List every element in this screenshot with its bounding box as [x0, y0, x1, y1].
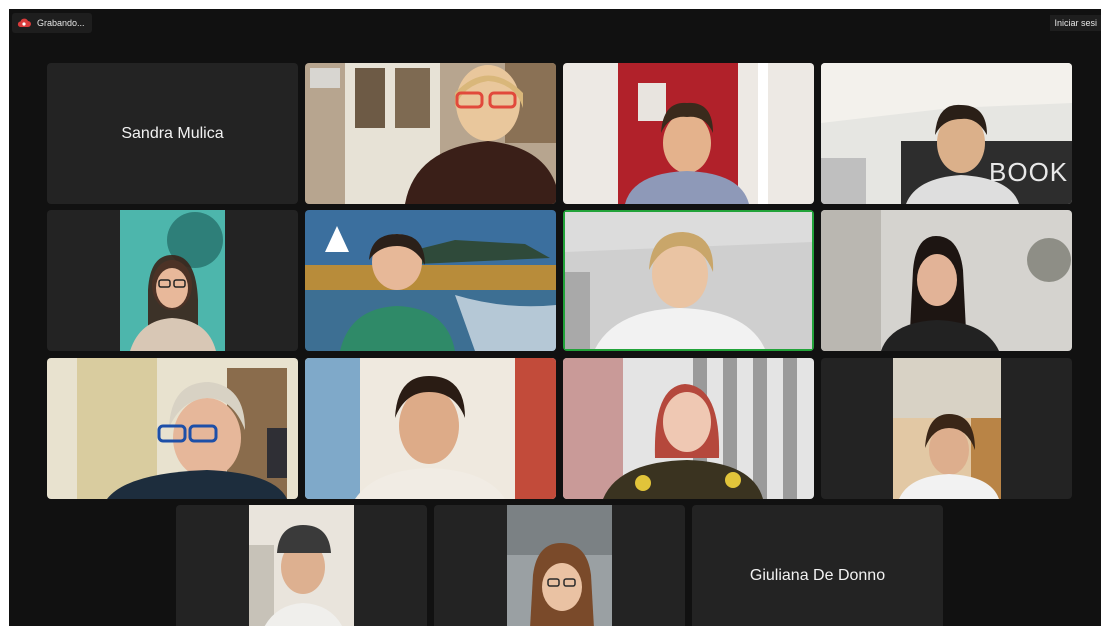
participant-tile-9[interactable]	[47, 358, 298, 499]
participant-video	[47, 358, 298, 499]
cloud-recording-icon	[17, 18, 31, 28]
participant-video	[893, 358, 1001, 499]
participant-tile-2[interactable]	[305, 63, 556, 204]
recording-indicator[interactable]: Grabando...	[12, 13, 92, 33]
participant-tile-7-active-speaker[interactable]	[563, 210, 814, 351]
recording-label: Grabando...	[37, 18, 85, 28]
participant-video	[563, 63, 814, 204]
participant-tile-11[interactable]	[563, 358, 814, 499]
participant-name: Sandra Mulica	[121, 124, 224, 142]
participant-video	[305, 358, 556, 499]
participant-video	[120, 210, 225, 351]
participant-video	[563, 358, 814, 499]
participant-tile-4[interactable]: BOOK	[821, 63, 1072, 204]
participant-tile-3[interactable]	[563, 63, 814, 204]
participant-tile-giuliana[interactable]: Giuliana De Donno	[692, 505, 943, 626]
participant-video	[565, 212, 812, 349]
participant-tile-13[interactable]	[176, 505, 427, 626]
participant-video	[507, 505, 612, 626]
participant-tile-6[interactable]	[305, 210, 556, 351]
participant-video	[249, 505, 354, 626]
participant-video	[305, 210, 556, 351]
participant-tile-sandra[interactable]: Sandra Mulica	[47, 63, 298, 204]
sign-in-button[interactable]: Iniciar sesi	[1050, 15, 1101, 31]
participant-tile-14[interactable]	[434, 505, 685, 626]
participant-tile-8[interactable]	[821, 210, 1072, 351]
participant-tile-10[interactable]	[305, 358, 556, 499]
participant-tile-12[interactable]	[821, 358, 1072, 499]
participant-name: Giuliana De Donno	[749, 566, 886, 584]
participant-video	[821, 210, 1072, 351]
participant-tile-5[interactable]	[47, 210, 298, 351]
meeting-window: Grabando... Iniciar sesi Sandra Mulica B…	[9, 9, 1101, 626]
participant-video	[305, 63, 556, 204]
background-sign-text: BOOK	[989, 157, 1069, 187]
